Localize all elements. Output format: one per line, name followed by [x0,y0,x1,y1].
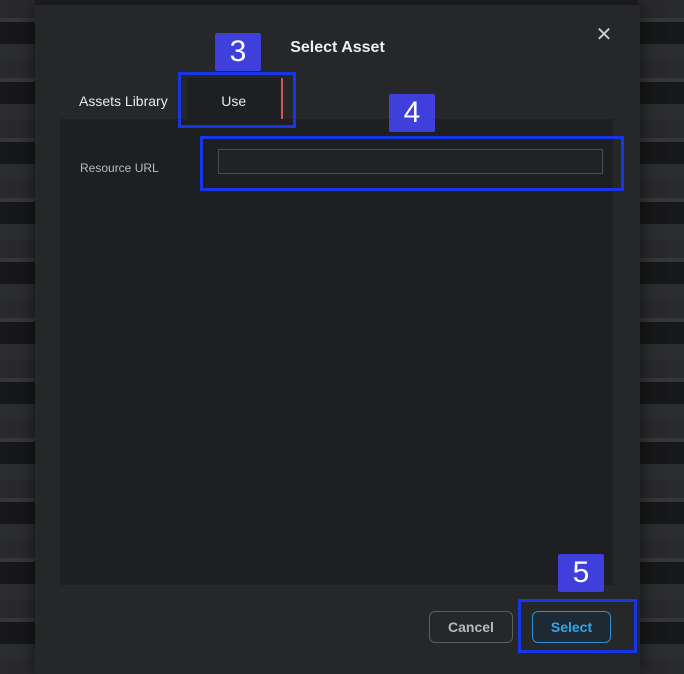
resource-url-label: Resource URL [80,161,159,175]
background-imagery-left [0,0,35,674]
highlight-resource-url-field [200,136,624,191]
background-imagery-right [638,0,684,674]
select-asset-dialog: Select Asset ✕ Assets Library Use URL Re… [35,5,640,674]
annotation-badge-4: 4 [389,94,435,132]
close-icon[interactable]: ✕ [593,24,615,46]
annotation-badge-5: 5 [558,554,604,592]
annotation-badge-3: 3 [215,33,261,71]
highlight-select-button [518,599,637,653]
tab-assets-library[interactable]: Assets Library [60,78,187,124]
cancel-button[interactable]: Cancel [429,611,513,643]
highlight-use-url-tab [178,72,296,128]
dialog-title: Select Asset [290,39,385,56]
